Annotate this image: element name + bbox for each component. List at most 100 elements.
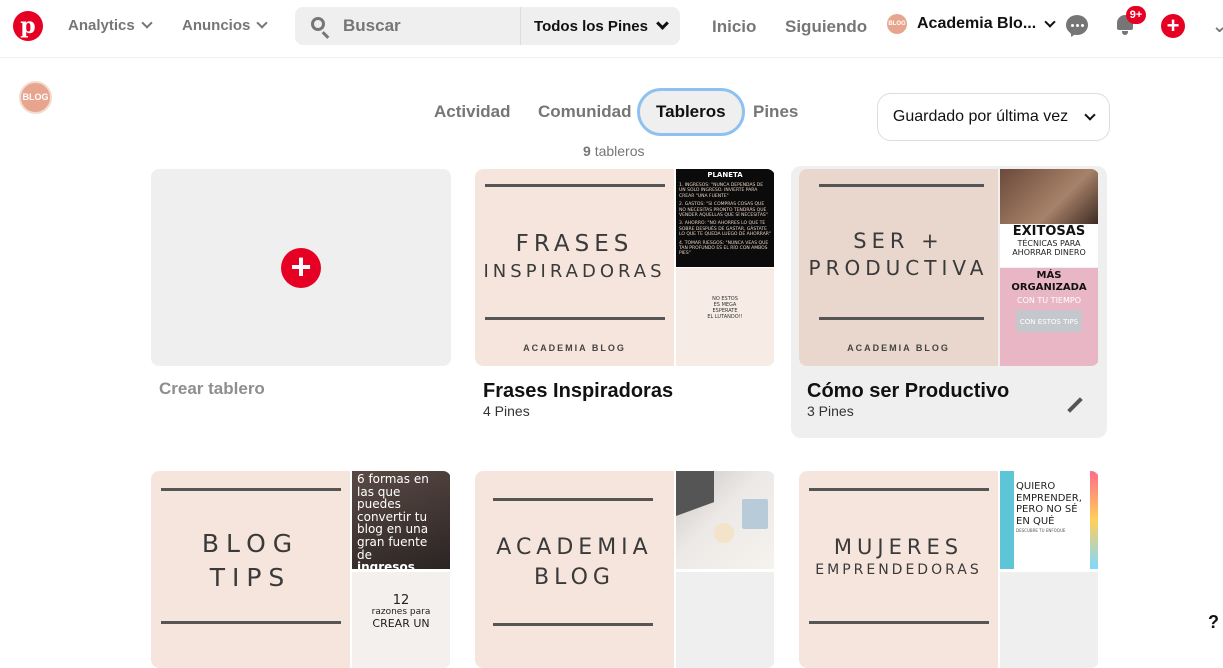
cover-title-line: FRASES (515, 231, 634, 257)
board-thumbnail: NO ESTOS ES MEGA ESPERATE EL LUTANDO!! (676, 268, 774, 366)
board-card-mujeres-emprendedoras[interactable]: MUJERES EMPRENDEDORAS QUIERO EMPRENDER, … (799, 471, 1099, 668)
thumbnail-notebook-image (742, 499, 768, 529)
cover-title-line: BLOG (534, 564, 615, 590)
tab-actividad[interactable]: Actividad (434, 88, 511, 136)
pinterest-logo-icon[interactable]: p (13, 11, 43, 41)
analytics-label: Analytics (68, 17, 135, 34)
chevron-down-icon (1084, 108, 1096, 121)
cover-title-line: TIPS (209, 562, 292, 592)
thumbnail-title: PLANETA (707, 171, 743, 179)
board-cover-image: BLOG TIPS (151, 471, 350, 668)
edit-pencil-icon[interactable] (1066, 397, 1084, 415)
thumbnail-text: CON ESTOS TIPS (1019, 318, 1079, 326)
thumbnail-text: 2. GASTOS: "SI COMPRAS COSAS QUE NO NECE… (679, 202, 768, 218)
board-thumbnail: 12 razones para CREAR UN (352, 572, 450, 668)
board-card-academia-blog[interactable]: ACADEMIA BLOG (475, 471, 775, 668)
tab-pines[interactable]: Pines (753, 88, 798, 136)
user-account-menu[interactable]: BLOG Academia Blo... (887, 14, 1056, 34)
thumbnail-text: 1. INGRESOS: "NUNCA DEPENDAS DE UN SOLO … (679, 183, 764, 199)
following-link[interactable]: Siguiendo (785, 17, 867, 37)
board-thumbnail-desk-photo (676, 471, 774, 569)
notification-badge: 9+ (1126, 6, 1146, 24)
thumbnail-text: AHORRAR DINERO (1012, 248, 1086, 257)
thumbnail-title: ORGANIZADA (1011, 282, 1087, 293)
chevron-down-icon (141, 17, 153, 29)
create-plus-icon[interactable]: + (1161, 14, 1185, 38)
board-title[interactable]: Frases Inspiradoras (483, 380, 673, 403)
messages-icon[interactable] (1066, 15, 1088, 35)
board-count: 9 tableros (583, 143, 645, 159)
cover-title: FRASES INSPIRADORAS (475, 229, 674, 284)
add-plus-icon: + (281, 248, 321, 288)
board-card-frases-inspiradoras[interactable]: FRASES INSPIRADORAS ACADEMIA BLOG PLANET… (475, 169, 775, 366)
search-scope-dropdown[interactable]: Todos los Pines (520, 7, 680, 45)
cover-title-line: BLOG (201, 529, 300, 558)
thumbnail-text: 4. TOMAR RIESGOS: "NUNCA VEAS QUE TAN PR… (679, 240, 769, 257)
thumbnail-text: 3. AHORRO: "NO AHORRES LO QUE TE SOBRE D… (679, 221, 771, 238)
thumbnail-text: EL LUTANDO!! (707, 314, 743, 320)
board-thumbnail: QUIERO EMPRENDER, PERO NO SÉ EN QUÉ DESC… (1000, 471, 1098, 569)
cover-title-line: SER + (853, 229, 944, 253)
board-cover-image: MUJERES EMPRENDEDORAS (799, 471, 998, 668)
analytics-menu[interactable]: Analytics (68, 17, 153, 34)
board-cover-image: ACADEMIA BLOG (475, 471, 674, 668)
search-bar: Todos los Pines (295, 7, 680, 45)
thumbnail-text: ingresos (357, 560, 415, 569)
board-thumbnail: MÁS ORGANIZADA CON TU TIEMPO CON ESTOS T… (1000, 268, 1098, 366)
search-icon (311, 17, 325, 31)
thumbnail-text: gran fuente de (357, 534, 428, 562)
cover-title: ACADEMIA BLOG (475, 533, 674, 592)
board-pin-count: 4 Pines (483, 403, 530, 419)
cover-footer: ACADEMIA BLOG (847, 343, 950, 353)
cover-title-line: EMPRENDEDORAS (815, 562, 982, 579)
cover-title: MUJERES EMPRENDEDORAS (799, 533, 998, 580)
board-count-number: 9 (583, 143, 591, 159)
sort-label: Guardado por última vez (892, 108, 1069, 125)
cover-title-line: INSPIRADORAS (483, 261, 666, 283)
cover-title: BLOG TIPS (151, 527, 350, 595)
profile-avatar[interactable]: BLOG (19, 81, 52, 114)
thumbnail-text: EMPRENDER, (1016, 492, 1082, 504)
create-board-card[interactable]: + (151, 169, 451, 366)
home-link[interactable]: Inicio (712, 17, 756, 37)
thumbnail-title: EXITOSAS (1012, 224, 1086, 239)
thumbnail-text: QUIERO (1016, 481, 1056, 492)
thumbnail-text: TÉCNICAS PARA (1017, 239, 1081, 248)
create-board-label[interactable]: Crear tablero (159, 379, 265, 399)
chevron-down-icon (1044, 15, 1056, 28)
thumbnail-text: CON TU TIEMPO (1016, 296, 1082, 305)
tab-comunidad[interactable]: Comunidad (538, 88, 632, 136)
thumbnail-photo (1000, 169, 1098, 224)
board-card-blog-tips[interactable]: BLOG TIPS 6 formas en las que puedes con… (151, 471, 451, 668)
cover-footer: ACADEMIA BLOG (523, 343, 626, 353)
thumbnail-text: 6 formas en (357, 472, 429, 486)
board-thumbnail: 6 formas en las que puedes convertir tu … (352, 471, 450, 569)
thumbnail-text: EN QUÉ (1016, 515, 1055, 527)
user-name: Academia Blo... (917, 15, 1037, 32)
board-title[interactable]: Cómo ser Productivo (807, 380, 1009, 403)
cover-title-line: MUJERES (833, 535, 964, 559)
more-options-icon[interactable]: ⌄ (1212, 16, 1223, 37)
thumbnail-text: CREAR UN (372, 617, 430, 631)
board-thumbnail-empty (1000, 572, 1098, 668)
ads-menu[interactable]: Anuncios (182, 17, 269, 34)
tab-tableros[interactable]: Tableros (637, 88, 745, 136)
board-thumbnail-empty (676, 572, 774, 668)
sort-dropdown[interactable]: Guardado por última vez (877, 93, 1110, 141)
board-pin-count: 3 Pines (807, 403, 854, 419)
chevron-down-icon (656, 17, 669, 30)
thumbnail-text: las que puedes (357, 484, 401, 512)
thumbnail-text: PERO NO SÉ (1016, 504, 1078, 515)
thumbnail-text: DESCUBRE TU ENFOQUE (1016, 528, 1066, 533)
chevron-down-icon (256, 17, 269, 29)
avatar: BLOG (887, 14, 907, 34)
help-icon[interactable]: ? (1208, 612, 1219, 633)
board-cover-image: SER + PRODUCTIVA ACADEMIA BLOG (799, 169, 998, 366)
ads-label: Anuncios (182, 17, 251, 34)
board-cover-image: FRASES INSPIRADORAS ACADEMIA BLOG (475, 169, 674, 366)
thumbnail-cup-image (714, 523, 734, 543)
thumbnail-laptop-image (676, 471, 714, 516)
cover-title-line: PRODUCTIVA (808, 256, 989, 281)
search-input[interactable] (343, 16, 513, 36)
board-card-como-ser-productivo[interactable]: SER + PRODUCTIVA ACADEMIA BLOG EXITOSAS … (799, 169, 1099, 366)
